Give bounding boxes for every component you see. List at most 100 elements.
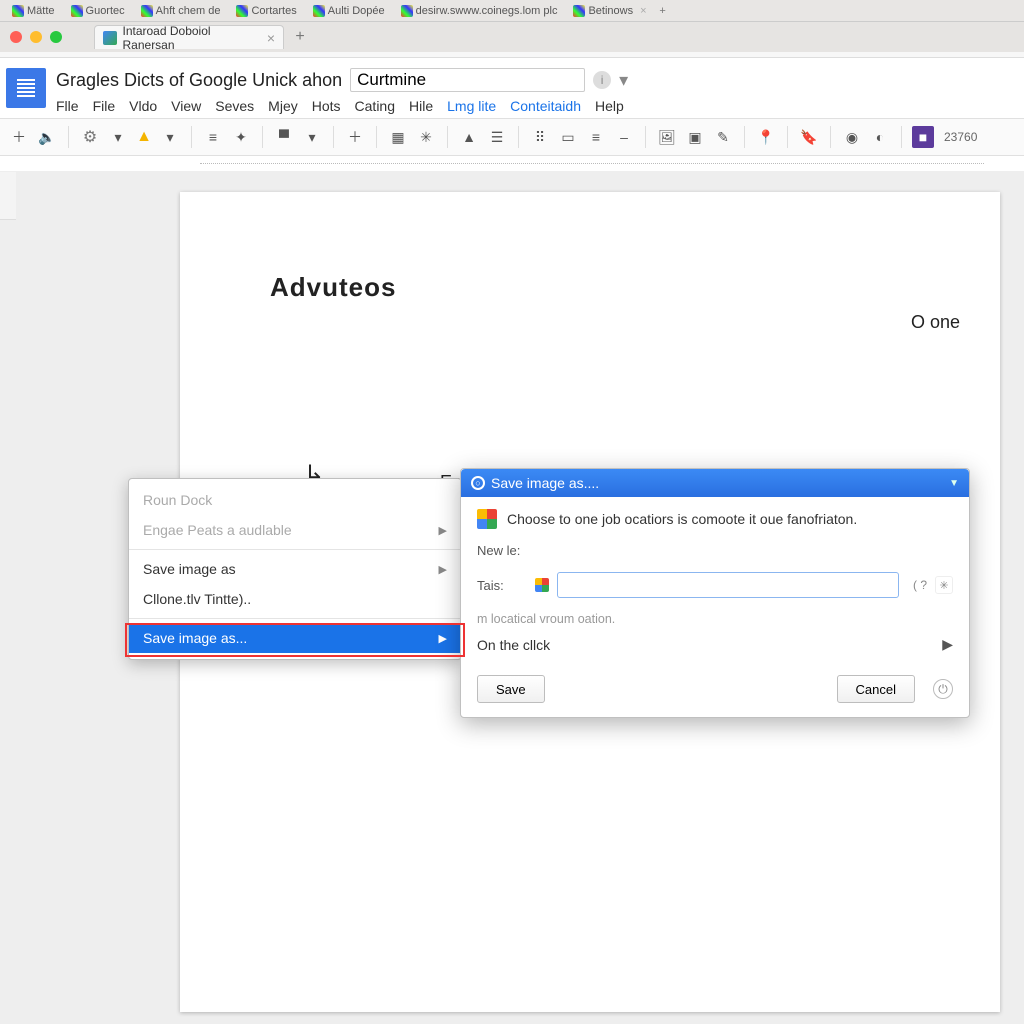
menu-file[interactable]: Flle	[56, 98, 79, 114]
menu-view[interactable]: View	[171, 98, 201, 114]
toolbar-warning-icon[interactable]	[135, 128, 153, 146]
menu-hile[interactable]: Hile	[409, 98, 433, 114]
toolbar-style-icon[interactable]: ▀	[273, 126, 295, 148]
toolbar-pen-icon[interactable]: ✎	[712, 126, 734, 148]
menu-conteitaidh[interactable]: Conteitaidh	[510, 98, 581, 114]
toolbar-star-icon[interactable]: ✦	[230, 126, 252, 148]
os-tab[interactable]: Ahft chem de	[133, 5, 229, 17]
google-logo-icon	[477, 509, 497, 529]
power-icon[interactable]: ⏻	[933, 679, 953, 699]
window-minimize-button[interactable]	[30, 31, 42, 43]
favicon-icon	[573, 5, 585, 17]
os-tab[interactable]: Betinows×	[565, 5, 654, 17]
menu-lmglite[interactable]: Lmg lite	[447, 98, 496, 114]
toolbar-lines-icon[interactable]: ☰	[486, 126, 508, 148]
docs-logo-icon[interactable]	[6, 68, 46, 108]
os-tab[interactable]: Guortec	[63, 5, 133, 17]
toolbar-globe-icon[interactable]: ◐	[869, 126, 891, 148]
toolbar-pin-icon[interactable]: 📍	[755, 126, 777, 148]
toolbar-box-icon[interactable]: ▣	[684, 126, 706, 148]
save-button[interactable]: Save	[477, 675, 545, 703]
os-new-tab[interactable]: +	[655, 3, 671, 19]
toolbar-plus-icon[interactable]: ＋	[344, 126, 366, 148]
toolbar-dropdown-icon[interactable]: ▾	[301, 126, 323, 148]
favicon-icon	[71, 5, 83, 17]
menu-help[interactable]: Help	[595, 98, 624, 114]
toolbar-badge-icon[interactable]: ■	[912, 126, 934, 148]
context-menu-label: Cllone.tlv Tintte)..	[143, 591, 251, 607]
window-zoom-button[interactable]	[50, 31, 62, 43]
toolbar-image-icon[interactable]: 🖼	[656, 126, 678, 148]
toolbar-sound-icon[interactable]: 🔈	[36, 126, 58, 148]
menu-mjey[interactable]: Mjey	[268, 98, 298, 114]
menu-seves[interactable]: Seves	[215, 98, 254, 114]
workspace: Advuteos O one Emonelai ↳ 81 . Roun Dock…	[0, 172, 1024, 1024]
toolbar-dash-icon[interactable]: –	[613, 126, 635, 148]
favicon-icon	[236, 5, 248, 17]
cancel-button[interactable]: Cancel	[837, 675, 915, 703]
toolbar-tag-icon[interactable]: 🔖	[798, 126, 820, 148]
browser-tab-active[interactable]: Intaroad Doboiol Ranersan ×	[94, 25, 284, 49]
toolbar-separator	[447, 126, 448, 148]
save-image-dialog: ○ Save image as.... ▼ Choose to one job …	[460, 468, 970, 718]
docs-toolbar: ＋ 🔈 ⚙ ▾ ▾ ≡ ✦ ▀ ▾ ＋ ▦ ✳ ▲ ☰ ⠿ ▭ ≡ – 🖼 ▣ …	[0, 118, 1024, 156]
favicon-icon	[313, 5, 325, 17]
doc-title-input[interactable]	[350, 68, 585, 92]
context-menu-item-save-image-as[interactable]: Save image as... ▶	[129, 623, 461, 653]
context-menu-item-clone[interactable]: Cllone.tlv Tintte)..	[129, 584, 461, 614]
field-new-label: New le:	[477, 543, 527, 558]
menu-cating[interactable]: Cating	[355, 98, 395, 114]
toolbar-lines2-icon[interactable]: ≡	[585, 126, 607, 148]
toolbar-hat-icon[interactable]: ▲	[458, 126, 480, 148]
toolbar-separator	[901, 126, 902, 148]
os-tab[interactable]: Mätte	[4, 5, 63, 17]
dialog-hint-text: m locatical vroum oation.	[477, 612, 953, 626]
toolbar-dotgrid-icon[interactable]: ⠿	[529, 126, 551, 148]
os-tab-label: Aulti Dopée	[328, 5, 385, 17]
toolbar-separator	[333, 126, 334, 148]
context-menu-separator	[129, 618, 461, 619]
toolbar-separator	[191, 126, 192, 148]
toolbar-card-icon[interactable]: ▭	[557, 126, 579, 148]
dialog-titlebar[interactable]: ○ Save image as.... ▼	[461, 469, 969, 497]
os-tab-label: Cortartes	[251, 5, 296, 17]
dialog-click-row-text: On the cllck	[477, 637, 550, 653]
title-dropdown-icon[interactable]: ▾	[619, 70, 628, 91]
toolbar-grid-icon[interactable]: ▦	[387, 126, 409, 148]
toolbar-eye-icon[interactable]: ◉	[841, 126, 863, 148]
new-tab-button[interactable]: +	[288, 25, 312, 49]
context-menu-item-save-image[interactable]: Save image as ▶	[129, 554, 461, 584]
os-tab[interactable]: Aulti Dopée	[305, 5, 393, 17]
toolbar-gear-icon[interactable]: ⚙	[79, 126, 101, 148]
os-tab[interactable]: desirw.swww.coinegs.lom plc	[393, 5, 566, 17]
docs-favicon-icon	[103, 31, 117, 45]
browser-tab-label: Intaroad Doboiol Ranersan	[123, 24, 261, 52]
window-close-button[interactable]	[10, 31, 22, 43]
field-tags-label: Tais:	[477, 578, 527, 593]
os-tab[interactable]: Cortartes	[228, 5, 304, 17]
tab-close-icon[interactable]: ×	[267, 30, 275, 46]
toolbar-add-icon[interactable]: ＋	[8, 126, 30, 148]
dialog-title-dropdown-icon[interactable]: ▼	[949, 478, 959, 489]
toolbar-dropdown-icon[interactable]: ▾	[107, 126, 129, 148]
page-text-fragment: O one	[911, 312, 960, 333]
toolbar-dropdown-icon[interactable]: ▾	[159, 126, 181, 148]
menu-vldo[interactable]: Vldo	[129, 98, 157, 114]
menu-file2[interactable]: File	[93, 98, 116, 114]
menu-hots[interactable]: Hots	[312, 98, 341, 114]
toolbar-separator	[518, 126, 519, 148]
os-tab-close[interactable]: ×	[640, 5, 646, 17]
info-icon[interactable]: i	[593, 71, 611, 89]
filename-input[interactable]	[557, 572, 899, 598]
chevron-right-icon[interactable]: ▶	[942, 636, 953, 653]
toolbar-separator	[376, 126, 377, 148]
context-menu: Roun Dock Engae Peats a audlable ▶ Save …	[128, 478, 462, 660]
docs-header: Gragles Dicts of Google Unick ahon i ▾ F…	[0, 58, 1024, 118]
toolbar-counter: 23760	[944, 130, 977, 144]
help-icon[interactable]: ✳	[935, 576, 953, 594]
status-circle-icon: ○	[471, 476, 485, 490]
toolbar-sparkle-icon[interactable]: ✳	[415, 126, 437, 148]
toolbar-separator	[262, 126, 263, 148]
toolbar-align-icon[interactable]: ≡	[202, 126, 224, 148]
dialog-title-text: Save image as....	[491, 475, 599, 491]
